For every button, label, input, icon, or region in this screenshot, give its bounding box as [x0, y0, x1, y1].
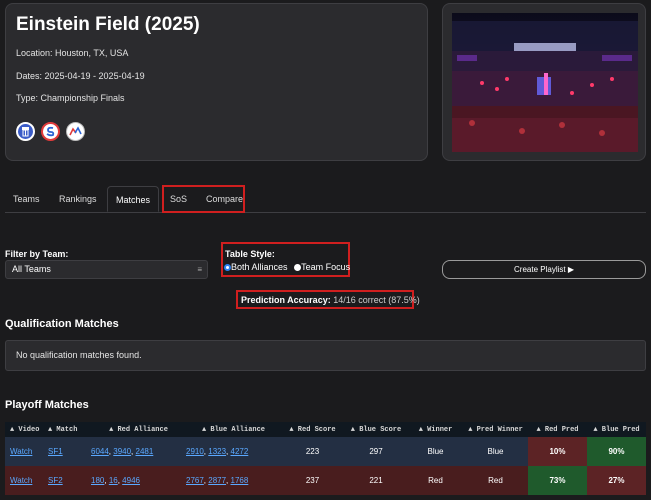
watch-link[interactable]: Watch	[10, 476, 32, 485]
qualification-empty-message: No qualification matches found.	[5, 340, 646, 371]
table-style-options: Both Alliances Team Focus	[224, 262, 350, 272]
pred-winner: Blue	[463, 437, 528, 466]
radio-unselected-icon	[294, 264, 302, 271]
tba-icon[interactable]	[16, 122, 35, 141]
winner: Red	[408, 466, 463, 495]
col-video[interactable]: ▲ Video	[5, 422, 48, 437]
create-playlist-button[interactable]: Create Playlist ▶	[442, 260, 646, 279]
team-link[interactable]: 3940	[113, 447, 131, 456]
tab-rankings[interactable]: Rankings	[51, 186, 105, 212]
blue-score: 221	[344, 466, 408, 495]
table-row: Watch SF2 180, 16, 4946 2767, 2877, 1768…	[5, 466, 646, 495]
match-link[interactable]: SF1	[48, 447, 63, 456]
playoff-heading: Playoff Matches	[5, 399, 89, 411]
prediction-value: 14/16 correct (87.5%)	[333, 295, 420, 305]
table-header-row: ▲ Video ▲ Match ▲ Red Alliance ▲ Blue Al…	[5, 422, 646, 437]
tab-matches[interactable]: Matches	[107, 186, 160, 212]
team-link[interactable]: 2767	[186, 476, 204, 485]
event-info-card: Einstein Field (2025) Location: Houston,…	[5, 3, 428, 161]
event-dates: Dates: 2025-04-19 - 2025-04-19	[16, 71, 145, 81]
blue-alliance-cell: 2910, 1323, 4272	[186, 437, 281, 466]
external-links	[16, 122, 85, 141]
col-red-pred[interactable]: ▲ Red Pred	[528, 422, 587, 437]
team-link[interactable]: 2481	[136, 447, 154, 456]
winner: Blue	[408, 437, 463, 466]
event-type: Type: Championship Finals	[16, 93, 125, 103]
col-blue-alliance[interactable]: ▲ Blue Alliance	[186, 422, 281, 437]
team-filter-value: All Teams	[12, 264, 51, 274]
team-link[interactable]: 16	[109, 476, 118, 485]
team-link[interactable]: 6044	[91, 447, 109, 456]
team-link[interactable]: 4946	[122, 476, 140, 485]
team-link[interactable]: 2877	[208, 476, 226, 485]
blue-pred: 27%	[587, 466, 646, 495]
col-red-alliance[interactable]: ▲ Red Alliance	[91, 422, 186, 437]
filter-label: Filter by Team:	[5, 249, 69, 259]
team-link[interactable]: 4272	[231, 447, 249, 456]
red-alliance-cell: 180, 16, 4946	[91, 466, 186, 495]
watch-link[interactable]: Watch	[10, 447, 32, 456]
blue-alliance-cell: 2767, 2877, 1768	[186, 466, 281, 495]
video-card	[442, 3, 646, 161]
red-pred: 73%	[528, 466, 587, 495]
team-link[interactable]: 2910	[186, 447, 204, 456]
blue-score: 297	[344, 437, 408, 466]
event-title: Einstein Field (2025)	[16, 14, 200, 35]
red-score: 237	[281, 466, 344, 495]
prediction-label: Prediction Accuracy:	[241, 295, 331, 305]
playoff-table: ▲ Video ▲ Match ▲ Red Alliance ▲ Blue Al…	[5, 422, 646, 495]
col-blue-pred[interactable]: ▲ Blue Pred	[587, 422, 646, 437]
nav-tabs: Teams Rankings Matches SoS Compare	[5, 186, 646, 213]
radio-team-focus[interactable]: Team Focus	[294, 262, 350, 272]
select-arrow-icon: ≡	[197, 265, 202, 274]
col-pred-winner[interactable]: ▲ Pred Winner	[463, 422, 528, 437]
team-link[interactable]: 180	[91, 476, 104, 485]
event-video-thumbnail[interactable]	[452, 13, 638, 152]
col-match[interactable]: ▲ Match	[48, 422, 91, 437]
col-blue-score[interactable]: ▲ Blue Score	[344, 422, 408, 437]
blue-pred: 90%	[587, 437, 646, 466]
red-pred: 10%	[528, 437, 587, 466]
radio-both-alliances[interactable]: Both Alliances	[224, 262, 288, 272]
qualification-heading: Qualification Matches	[5, 318, 119, 330]
frc-events-icon[interactable]	[66, 122, 85, 141]
event-location: Location: Houston, TX, USA	[16, 48, 129, 58]
match-link[interactable]: SF2	[48, 476, 63, 485]
team-link[interactable]: 1768	[231, 476, 249, 485]
tabs-highlight	[162, 185, 245, 213]
red-score: 223	[281, 437, 344, 466]
prediction-accuracy: Prediction Accuracy: 14/16 correct (87.5…	[241, 295, 420, 305]
team-link[interactable]: 1323	[208, 447, 226, 456]
col-red-score[interactable]: ▲ Red Score	[281, 422, 344, 437]
tab-teams[interactable]: Teams	[5, 186, 48, 212]
col-winner[interactable]: ▲ Winner	[408, 422, 463, 437]
table-row: Watch SF1 6044, 3940, 2481 2910, 1323, 4…	[5, 437, 646, 466]
radio-selected-icon	[224, 264, 231, 271]
table-style-label: Table Style:	[225, 249, 275, 259]
red-alliance-cell: 6044, 3940, 2481	[91, 437, 186, 466]
pred-winner: Red	[463, 466, 528, 495]
statbotics-icon[interactable]	[41, 122, 60, 141]
team-filter-select[interactable]: All Teams ≡	[5, 260, 208, 279]
